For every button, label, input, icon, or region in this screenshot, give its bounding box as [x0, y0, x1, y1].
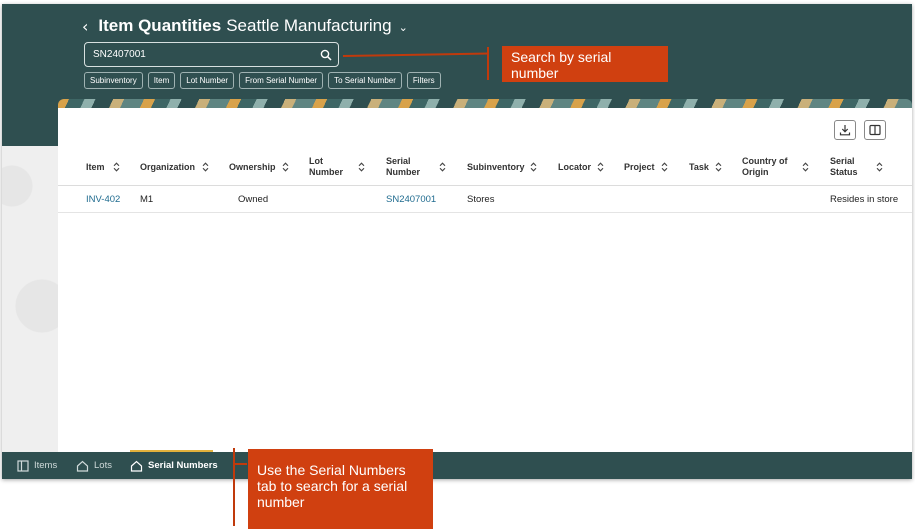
sort-icon[interactable]: [715, 162, 722, 172]
sort-icon[interactable]: [876, 162, 883, 172]
chip-item[interactable]: Item: [147, 72, 176, 89]
columns-icon[interactable]: [864, 120, 886, 140]
sort-icon[interactable]: [439, 162, 446, 172]
column-header-subinventory[interactable]: Subinventory: [467, 148, 537, 186]
column-label: Organization: [140, 161, 196, 172]
sort-icon[interactable]: [661, 162, 668, 172]
column-label: Serial Status: [830, 156, 858, 178]
table-row[interactable]: INV-402 M1 Owned SN2407001 Stores Reside…: [58, 186, 912, 213]
cell-item-link[interactable]: INV-402: [86, 186, 120, 213]
column-label: Locator: [558, 161, 592, 172]
column-header-organization[interactable]: Organization: [140, 148, 209, 186]
tab-lots-label: Lots: [94, 460, 112, 471]
app-window: ‹ Item Quantities Seattle Manufacturing …: [2, 4, 912, 479]
table-header: Item Organization Ownership Lot Number S…: [58, 148, 912, 186]
column-label-line1: Lot: [309, 156, 323, 166]
column-header-project[interactable]: Project: [624, 148, 668, 186]
column-header-serial-number[interactable]: Serial Number: [386, 148, 446, 186]
chip-lot-number[interactable]: Lot Number: [180, 72, 235, 89]
column-label: Subinventory: [467, 161, 525, 172]
column-label-line2: Number: [386, 167, 421, 177]
chip-to-serial-number[interactable]: To Serial Number: [328, 72, 402, 89]
column-label-line1: Serial: [386, 156, 411, 166]
cell-subinventory: Stores: [467, 194, 495, 205]
cell-serial-number-link[interactable]: SN2407001: [386, 186, 436, 213]
cell-ownership: Owned: [238, 194, 269, 205]
callout-connector: [233, 448, 235, 526]
title-row: ‹ Item Quantities Seattle Manufacturing …: [82, 16, 408, 36]
organization-name[interactable]: Seattle Manufacturing: [226, 16, 391, 36]
column-label-line1: Country of: [742, 156, 788, 166]
chip-filters[interactable]: Filters: [406, 72, 441, 89]
sort-icon[interactable]: [202, 162, 209, 172]
sort-icon[interactable]: [358, 162, 365, 172]
column-header-locator[interactable]: Locator: [558, 148, 604, 186]
column-label: Serial Number: [386, 156, 420, 178]
column-header-item[interactable]: Item: [86, 148, 120, 186]
search-icon[interactable]: [314, 49, 338, 61]
column-header-country-of-origin[interactable]: Country of Origin: [742, 148, 809, 186]
sort-icon[interactable]: [597, 162, 604, 172]
column-label-line2: Status: [830, 167, 858, 177]
callout-serial-tab: Use the Serial Numbers tab to search for…: [248, 449, 433, 529]
column-label: Country of Origin: [742, 156, 788, 178]
chip-subinventory[interactable]: Subinventory: [84, 72, 143, 89]
results-panel: Item Organization Ownership Lot Number S…: [58, 108, 912, 452]
tab-serial-numbers[interactable]: Serial Numbers: [130, 452, 218, 479]
column-label: Task: [689, 161, 709, 172]
tab-items[interactable]: Items: [17, 452, 57, 479]
cell-serial-status: Resides in store: [830, 194, 899, 205]
chevron-down-icon[interactable]: ⌄: [399, 21, 408, 34]
page-title: Item Quantities: [98, 16, 222, 35]
column-label-line2: Origin: [742, 167, 769, 177]
sort-icon[interactable]: [113, 162, 120, 172]
tab-items-label: Items: [34, 460, 58, 471]
bottom-tab-bar: Items Lots Serial Numbers: [2, 452, 912, 479]
filter-chips: Subinventory Item Lot Number From Serial…: [84, 72, 441, 89]
panel-icon: [17, 459, 29, 472]
column-label: Lot Number: [309, 156, 343, 178]
tab-serial-numbers-label: Serial Numbers: [148, 460, 218, 471]
home-icon: [76, 460, 89, 472]
column-header-serial-status[interactable]: Serial Status: [830, 148, 883, 186]
chip-from-serial-number[interactable]: From Serial Number: [239, 72, 324, 89]
callout-search: Search by serial number: [502, 46, 668, 82]
chevron-left-icon[interactable]: ‹: [82, 17, 88, 36]
callout-connector: [487, 47, 489, 80]
column-label-line1: Serial: [830, 156, 855, 166]
sort-icon[interactable]: [282, 162, 289, 172]
tab-lots[interactable]: Lots: [76, 452, 112, 479]
download-icon[interactable]: [834, 120, 856, 140]
column-label: Project: [624, 161, 655, 172]
sort-icon[interactable]: [530, 162, 537, 172]
column-label: Ownership: [229, 161, 276, 172]
item-quantities-table: Item Organization Ownership Lot Number S…: [58, 148, 912, 213]
sort-icon[interactable]: [802, 162, 809, 172]
column-header-task[interactable]: Task: [689, 148, 722, 186]
column-header-lot-number[interactable]: Lot Number: [309, 148, 365, 186]
callout-connector: [233, 463, 247, 465]
search-input[interactable]: SN2407001: [84, 42, 339, 67]
search-input-value[interactable]: SN2407001: [93, 49, 314, 60]
column-label-line2: Number: [309, 167, 344, 177]
home-icon: [130, 460, 143, 472]
column-header-ownership[interactable]: Ownership: [229, 148, 289, 186]
column-label: Item: [86, 161, 105, 172]
decorative-background: [2, 146, 58, 452]
cell-organization: M1: [140, 194, 154, 205]
